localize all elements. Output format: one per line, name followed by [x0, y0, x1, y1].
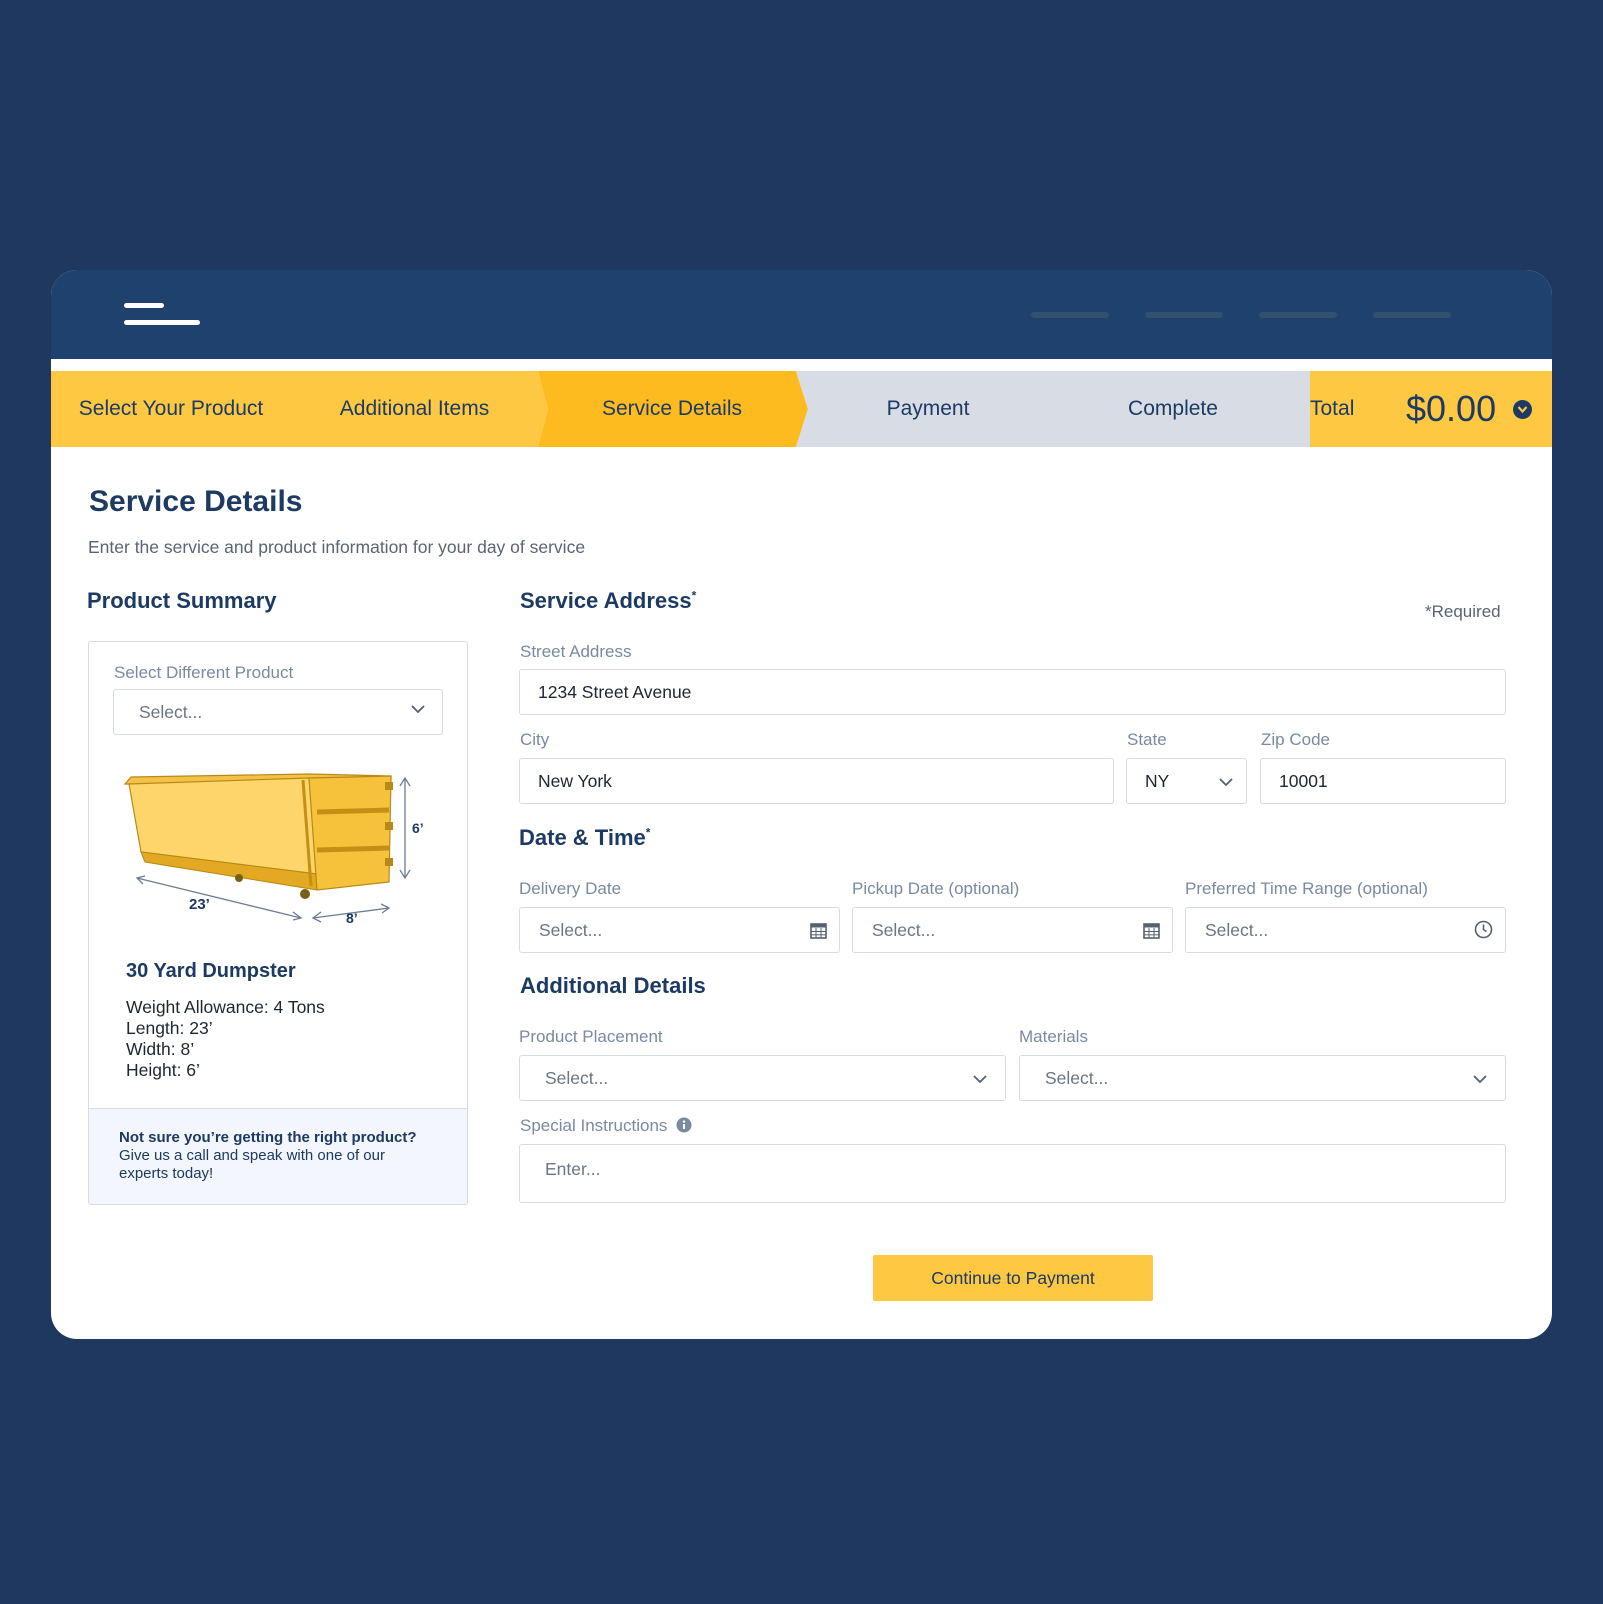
help-title: Not sure you’re getting the right produc…	[119, 1129, 417, 1146]
street-address-value: 1234 Street Avenue	[538, 682, 692, 702]
help-text: Give us a call and speak with one of our…	[119, 1147, 385, 1182]
state-label: State	[1127, 730, 1167, 749]
chevron-down-icon	[411, 705, 425, 714]
time-range-placeholder: Select...	[1205, 920, 1269, 940]
chevron-down-icon[interactable]	[1513, 400, 1532, 419]
spec-length: Length: 23’	[126, 1018, 213, 1038]
nav-link-placeholder[interactable]	[1145, 312, 1223, 318]
dimension-length: 23’	[189, 896, 210, 913]
required-note: *Required	[1425, 602, 1501, 621]
step-additional-items[interactable]: Additional Items	[291, 371, 538, 447]
spec-height: Height: 6’	[126, 1060, 200, 1080]
calendar-icon	[810, 923, 827, 939]
zip-code-value: 10001	[1279, 771, 1328, 791]
pickup-date-picker[interactable]: Select...	[852, 907, 1173, 953]
spec-width: Width: 8’	[126, 1039, 195, 1059]
dumpster-illustration	[123, 773, 411, 923]
optional-tag: (optional)	[1356, 879, 1428, 898]
step-service-details[interactable]: Service Details	[548, 371, 796, 447]
chevron-down-icon	[1473, 1075, 1487, 1084]
service-address-title: Service Address*	[520, 588, 697, 613]
zip-code-label: Zip Code	[1261, 730, 1330, 749]
select-product-label: Select Different Product	[114, 663, 294, 682]
optional-tag: (optional)	[948, 879, 1020, 898]
additional-details-title: Additional Details	[520, 973, 706, 998]
pickup-date-label-text: Pickup Date	[852, 879, 944, 898]
street-address-input[interactable]: 1234 Street Avenue	[519, 669, 1506, 715]
top-navigation-bar	[51, 270, 1552, 359]
special-instructions-label-text: Special Instructions	[520, 1116, 668, 1135]
continue-to-payment-button[interactable]: Continue to Payment	[873, 1255, 1153, 1301]
time-range-label-text: Preferred Time Range	[1185, 879, 1353, 898]
delivery-date-placeholder: Select...	[539, 920, 603, 940]
pickup-date-placeholder: Select...	[872, 920, 936, 940]
step-payment[interactable]: Payment	[808, 371, 1048, 447]
nav-link-placeholder[interactable]	[1259, 312, 1337, 318]
product-placement-select[interactable]: Select...	[519, 1055, 1006, 1101]
clock-icon	[1474, 920, 1493, 939]
total-label: Total	[1310, 397, 1355, 420]
state-select[interactable]: NY	[1126, 758, 1247, 804]
materials-label: Materials	[1019, 1027, 1088, 1046]
spec-weight: Weight Allowance: 4 Tons	[126, 997, 325, 1017]
step-complete[interactable]: Complete	[1048, 371, 1298, 447]
date-time-title: Date & Time*	[519, 825, 651, 850]
nav-link-placeholder[interactable]	[1373, 312, 1451, 318]
zip-code-input[interactable]: 10001	[1260, 758, 1506, 804]
city-label: City	[520, 730, 550, 749]
time-range-label: Preferred Time Range (optional)	[1185, 879, 1428, 899]
time-range-picker[interactable]: Select...	[1185, 907, 1506, 953]
calendar-icon	[1143, 923, 1160, 939]
chevron-down-icon	[1219, 778, 1233, 787]
pickup-date-label: Pickup Date (optional)	[852, 879, 1019, 899]
special-instructions-textarea[interactable]: Enter...	[519, 1144, 1506, 1203]
dimension-height: 6’	[412, 820, 424, 836]
delivery-date-picker[interactable]: Select...	[519, 907, 840, 953]
page-subtitle: Enter the service and product informatio…	[88, 537, 586, 557]
help-callout: Not sure you’re getting the right produc…	[89, 1108, 467, 1204]
product-name: 30 Yard Dumpster	[126, 960, 296, 982]
select-product-placeholder: Select...	[139, 702, 203, 722]
product-placement-placeholder: Select...	[545, 1068, 609, 1088]
nav-link-placeholder[interactable]	[1031, 312, 1109, 318]
delivery-date-label: Delivery Date	[519, 879, 622, 898]
chevron-down-icon	[973, 1075, 987, 1084]
checkout-stepper: Select Your Product Additional Items Ser…	[51, 371, 1552, 447]
step-select-your-product[interactable]: Select Your Product	[51, 371, 291, 447]
materials-select[interactable]: Select...	[1019, 1055, 1506, 1101]
dimension-width: 8’	[346, 910, 358, 926]
state-value: NY	[1145, 771, 1170, 791]
product-summary-card: Select Different Product Select... 23’ 8…	[88, 641, 468, 1205]
special-instructions-placeholder: Enter...	[545, 1159, 601, 1179]
city-value: New York	[538, 771, 612, 791]
product-summary-title: Product Summary	[87, 588, 277, 613]
select-product-dropdown[interactable]: Select...	[113, 689, 443, 735]
street-address-label: Street Address	[520, 642, 632, 661]
hamburger-menu-icon[interactable]	[124, 303, 200, 329]
page-title: Service Details	[89, 485, 303, 518]
city-input[interactable]: New York	[519, 758, 1114, 804]
materials-placeholder: Select...	[1045, 1068, 1109, 1088]
total-value: $0.00	[1406, 388, 1497, 429]
service-address-title-text: Service Address	[520, 588, 692, 613]
date-time-title-text: Date & Time	[519, 825, 646, 850]
product-placement-label: Product Placement	[519, 1027, 663, 1046]
info-icon[interactable]	[676, 1117, 692, 1133]
app-window: Select Your Product Additional Items Ser…	[51, 270, 1552, 1339]
special-instructions-label: Special Instructions	[520, 1116, 692, 1136]
